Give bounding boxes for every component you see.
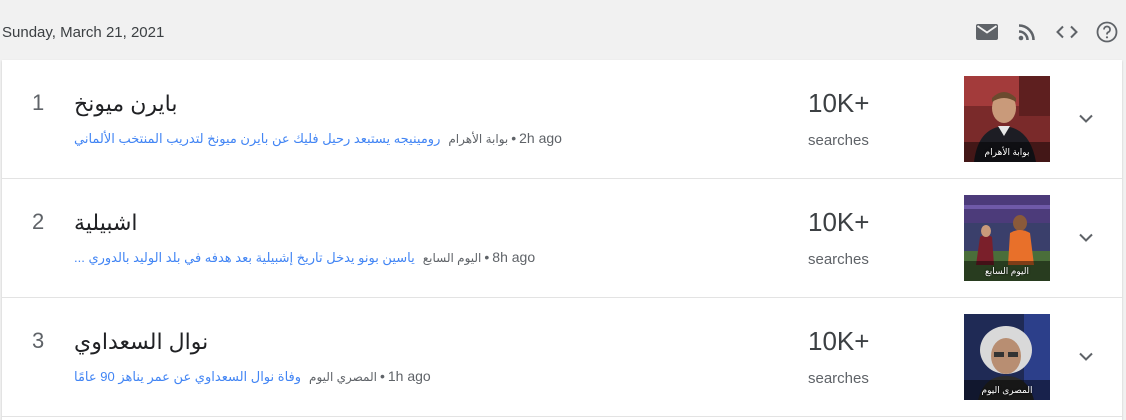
news-thumbnail[interactable]: بوابة الأهرام	[964, 76, 1050, 162]
article-time: 1h ago	[387, 368, 431, 384]
trending-list: 1 بايرن ميونخ رومينيجه يستبعد رحيل فليك …	[2, 60, 1122, 420]
trend-row[interactable]: 2 اشبيلية ياسين بونو يدخل تاريخ إشبيلية …	[2, 179, 1122, 298]
article-link[interactable]: ياسين بونو يدخل تاريخ إشبيلية بعد هدفه ف…	[74, 250, 415, 266]
trend-title[interactable]: بايرن ميونخ	[74, 91, 634, 117]
trend-article: وفاة نوال السعداوي عن عمر يناهز 90 عامًا…	[74, 368, 714, 385]
news-thumbnail[interactable]: اليوم السابع	[964, 195, 1050, 281]
trend-rank: 1	[32, 90, 45, 115]
date-label: Sunday, March 21, 2021	[2, 24, 165, 41]
search-count: 10K+	[808, 326, 870, 356]
separator-dot: •	[511, 130, 517, 146]
help-icon[interactable]	[1094, 21, 1120, 43]
news-thumbnail[interactable]: المصرى اليوم	[964, 314, 1050, 400]
article-time: 8h ago	[492, 249, 536, 265]
trend-row[interactable]: 3 نوال السعداوي وفاة نوال السعداوي عن عم…	[2, 298, 1122, 417]
trend-rank: 2	[32, 209, 45, 234]
separator-dot: •	[379, 368, 385, 384]
trend-title[interactable]: نوال السعداوي	[74, 329, 634, 355]
trend-title[interactable]: اشبيلية	[74, 210, 634, 236]
expand-chevron-icon[interactable]	[1074, 344, 1098, 368]
article-link[interactable]: رومينيجه يستبعد رحيل فليك عن بايرن ميونخ…	[74, 131, 440, 147]
thumbnail-caption: المصرى اليوم	[981, 385, 1033, 395]
search-count: 10K+	[808, 88, 870, 118]
thumbnail-caption: اليوم السابع	[985, 266, 1029, 276]
trend-article: رومينيجه يستبعد رحيل فليك عن بايرن ميونخ…	[74, 130, 714, 147]
rss-icon[interactable]	[1014, 21, 1040, 43]
trend-article: ياسين بونو يدخل تاريخ إشبيلية بعد هدفه ف…	[74, 249, 714, 266]
article-source: بوابة الأهرام	[448, 132, 509, 146]
page-header: Sunday, March 21, 2021	[0, 0, 1126, 62]
expand-chevron-icon[interactable]	[1074, 225, 1098, 249]
search-count: 10K+	[808, 207, 870, 237]
thumbnail-caption: بوابة الأهرام	[984, 147, 1030, 157]
expand-chevron-icon[interactable]	[1074, 106, 1098, 130]
trend-row[interactable]: 1 بايرن ميونخ رومينيجه يستبعد رحيل فليك …	[2, 60, 1122, 179]
article-source: اليوم السابع	[422, 251, 482, 265]
header-toolbar	[974, 21, 1120, 43]
trend-rank: 3	[32, 328, 45, 353]
article-source: المصري اليوم	[309, 370, 377, 384]
search-count-label: searches	[808, 132, 869, 149]
search-count-label: searches	[808, 251, 869, 268]
embed-code-icon[interactable]	[1054, 21, 1080, 43]
separator-dot: •	[484, 249, 490, 265]
article-time: 2h ago	[519, 130, 562, 146]
article-link[interactable]: وفاة نوال السعداوي عن عمر يناهز 90 عامًا	[74, 369, 301, 385]
search-count-label: searches	[808, 370, 869, 387]
mail-icon[interactable]	[974, 21, 1000, 43]
